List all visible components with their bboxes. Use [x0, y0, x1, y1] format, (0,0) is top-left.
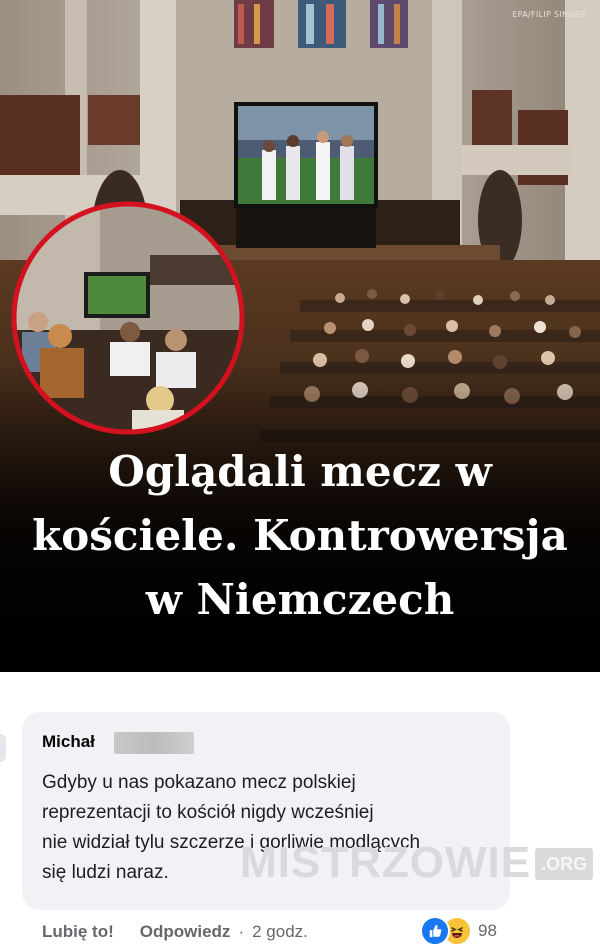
like-button[interactable]: Lubię to! — [42, 922, 114, 942]
separator-dot: · — [238, 922, 245, 941]
reaction-summary[interactable]: 98 — [420, 916, 497, 946]
projection-screen — [234, 102, 378, 248]
news-headline: Oglądali mecz w kościele. Kontrowersja w… — [0, 440, 600, 632]
like-icon — [420, 916, 450, 946]
headline-line-2: kościele. Kontrowersja — [32, 511, 568, 560]
comment-line: Gdyby u nas pokazano mecz polskiej — [42, 772, 356, 793]
photo-credit: EPA/FILIP SINGER — [512, 10, 586, 19]
reply-button[interactable]: Odpowiedz — [140, 922, 231, 942]
avatar[interactable] — [0, 734, 6, 762]
watermark-suffix: .ORG — [535, 848, 594, 880]
comment-line: reprezentacji to kościół nigdy wcześniej — [42, 802, 374, 823]
stained-window — [234, 0, 408, 48]
comment-timestamp[interactable]: 2 godz. — [252, 922, 308, 942]
comment-author[interactable]: Michał — [42, 732, 95, 752]
site-watermark: MISTRZOWIE .ORG — [240, 834, 594, 892]
blurred-surname — [114, 732, 194, 754]
reaction-count: 98 — [478, 921, 497, 940]
comment-actions: Lubię to! Odpowiedz · 2 godz. — [42, 922, 308, 942]
watermark-text: MISTRZOWIE — [240, 838, 532, 887]
news-photo: EPA/FILIP SINGER Oglądali mecz w kościel… — [0, 0, 600, 672]
comment-section: Michał Gdyby u nas pokazano mecz polskie… — [0, 672, 600, 951]
headline-line-3: w Niemczech — [145, 575, 455, 624]
headline-line-1: Oglądali mecz w — [108, 447, 492, 496]
